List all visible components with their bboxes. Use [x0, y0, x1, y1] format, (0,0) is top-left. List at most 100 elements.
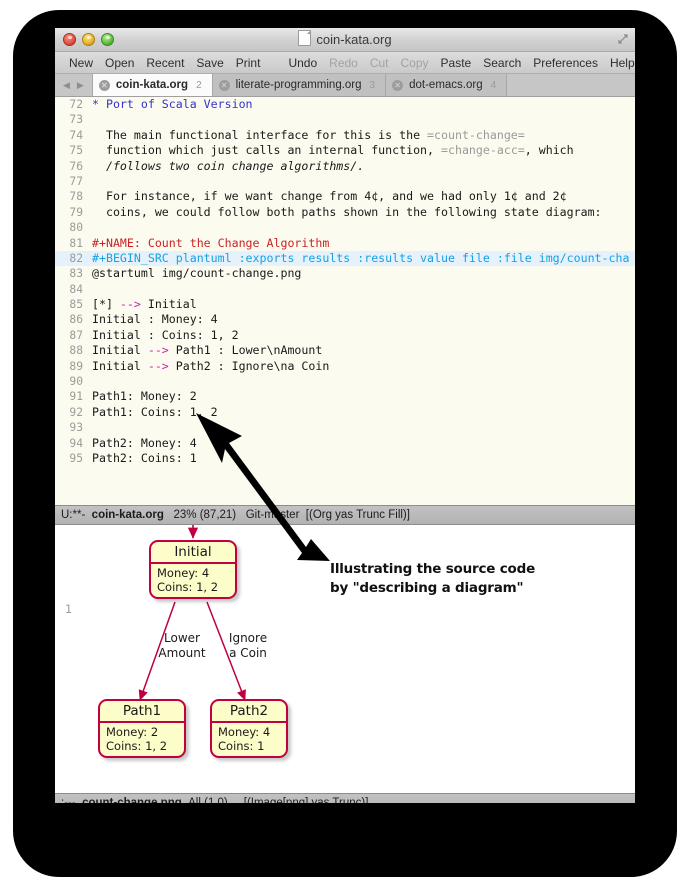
modeline-flags: :---: [61, 797, 76, 803]
sp7: [228, 797, 244, 803]
document-icon: [298, 30, 312, 46]
code-line: 89 Initial --> Path2 : Ignore\na Coin: [55, 359, 635, 374]
state-node-attr: Coins: 1, 2: [106, 739, 168, 753]
line-number: 87: [69, 328, 83, 342]
tab-number: 2: [196, 79, 202, 91]
line-number: 76: [69, 159, 83, 173]
line-number: 92: [69, 405, 83, 419]
toolbar-save[interactable]: Save: [190, 56, 229, 70]
modeline-position: 23% (87,21): [173, 509, 237, 521]
modeline-modes: [(Image[png] yas Trunc)]: [243, 797, 369, 803]
edge-label-ignore-a-coin: Ignore a Coin: [217, 631, 279, 661]
line-number: 82: [69, 251, 83, 265]
toolbar-open[interactable]: Open: [99, 56, 140, 70]
sp3: [236, 509, 246, 521]
code-text: #+NAME: Count the Change Algorithm: [92, 235, 330, 250]
code-line: 80: [55, 220, 635, 235]
state-node-attr: Coins: 1, 2: [157, 580, 219, 594]
line-number: 75: [69, 144, 83, 158]
state-node-attr: Money: 4: [157, 566, 210, 580]
tab-dot-emacs[interactable]: ✕ dot-emacs.org 4: [386, 74, 508, 96]
code-line: 83 @startuml img/count-change.png: [55, 266, 635, 281]
tab-label: dot-emacs.org: [409, 79, 483, 91]
modeline-modes: [(Org yas Trunc Fill)]: [305, 509, 410, 521]
code-line: 75 function which just calls an internal…: [55, 143, 635, 158]
tab-literate-programming[interactable]: ✕ literate-programming.org 3: [212, 74, 387, 96]
toolbar-copy: Copy: [400, 55, 429, 70]
line-number: 85: [69, 298, 83, 312]
state-node-attr: Money: 2: [106, 725, 159, 739]
toolbar-undo[interactable]: Undo: [282, 56, 323, 70]
tab-prev-icon[interactable]: ◀: [63, 80, 70, 91]
modeline-buffer-name: coin-kata.org: [91, 509, 164, 521]
tab-number: 4: [490, 79, 497, 91]
edge-label-line2: a Coin: [229, 646, 267, 660]
tab-close-icon[interactable]: ✕: [218, 79, 230, 91]
tab-next-icon[interactable]: ▶: [77, 80, 84, 91]
modeline-vc: Git-master: [245, 509, 300, 521]
tab-bar-empty: [507, 74, 635, 96]
code-text: , which: [524, 143, 574, 158]
code-line: 92 Path1: Coins: 1, 2: [55, 405, 635, 420]
line-number: 73: [69, 113, 83, 127]
code-text: Initial : Money: 4: [92, 312, 218, 327]
line-number: 93: [69, 421, 83, 435]
line-number: 83: [69, 267, 83, 281]
line-number: 88: [69, 344, 83, 358]
annotation-text: Illustrating the source code by "describ…: [330, 561, 536, 596]
toolbar: New Open Recent Save Print Undo Redo Cut…: [55, 52, 635, 74]
tab-close-icon[interactable]: ✕: [98, 79, 110, 91]
tab-coin-kata[interactable]: ✕ coin-kata.org 2: [92, 74, 213, 96]
toolbar-help[interactable]: Help: [604, 56, 635, 70]
tab-close-icon[interactable]: ✕: [392, 79, 404, 91]
code-line: 72 * Port of Scala Version: [55, 97, 635, 112]
code-text: =count-change=: [427, 127, 525, 142]
line-number: 90: [69, 375, 83, 389]
toolbar-print[interactable]: Print: [230, 56, 267, 70]
state-node-title: Path2: [212, 701, 286, 723]
code-text: The main functional interface for this i…: [92, 127, 428, 142]
line-number: 72: [69, 98, 83, 111]
toolbar-paste[interactable]: Paste: [435, 56, 478, 70]
code-text: Path1: Money: 2: [92, 389, 197, 404]
state-node-attr: Coins: 1: [218, 739, 265, 753]
edge-label-line1: Ignore: [228, 631, 268, 645]
code-text: @startuml img/count-change.png: [92, 266, 302, 281]
code-text: /follows two coin change algorithms/.: [92, 158, 365, 173]
modeline-bottom: :--- count-change.png All (1,0) [(Image[…: [55, 793, 635, 803]
toolbar-new[interactable]: New: [63, 56, 99, 70]
code-text: For instance, if we want change from 4¢,…: [92, 189, 567, 204]
code-line: 90: [55, 374, 635, 389]
line-number: 91: [69, 390, 83, 404]
code-line: 91 Path1: Money: 2: [55, 389, 635, 404]
state-node-path2[interactable]: Path2 Money: 4 Coins: 1: [210, 699, 288, 758]
window-titlebar: coin-kata.org: [55, 28, 635, 52]
modeline-flags: U:**-: [61, 509, 86, 521]
code-line: 73: [55, 112, 635, 127]
edge-label-line2: Amount: [158, 646, 206, 660]
toolbar-redo: Redo: [329, 55, 358, 70]
code-line: 87 Initial : Coins: 1, 2: [55, 328, 635, 343]
tab-nav: ◀ ▶: [55, 74, 93, 96]
state-node-title: Path1: [100, 701, 184, 723]
toolbar-recent[interactable]: Recent: [140, 56, 190, 70]
code-line: 82 #+BEGIN_SRC plantuml :exports results …: [55, 250, 635, 267]
toolbar-search[interactable]: Search: [477, 56, 527, 70]
state-node-body: Money: 2 Coins: 1, 2: [100, 723, 184, 756]
org-text-buffer[interactable]: 72 * Port of Scala Version 73 74 The main f…: [55, 97, 635, 505]
code-text: Path2 : Ignore\na Coin: [168, 358, 330, 373]
code-text: Initial : Coins: 1, 2: [92, 327, 239, 342]
code-text: Initial: [140, 297, 197, 312]
code-line: 77: [55, 174, 635, 189]
code-text: Path2: Coins: 1: [92, 450, 197, 465]
code-text: -->: [147, 343, 169, 358]
toolbar-preferences[interactable]: Preferences: [527, 56, 604, 70]
modeline-top: U:**- coin-kata.org 23% (87,21) Git-mast…: [55, 505, 635, 525]
code-text: -->: [147, 358, 169, 373]
resize-corner-icon[interactable]: [617, 33, 629, 45]
state-node-path1[interactable]: Path1 Money: 2 Coins: 1, 2: [98, 699, 186, 758]
line-number: 80: [69, 221, 83, 235]
line-number: 78: [69, 190, 83, 204]
state-node-initial[interactable]: Initial Money: 4 Coins: 1, 2: [149, 540, 237, 599]
code-line: 86 Initial : Money: 4: [55, 312, 635, 327]
